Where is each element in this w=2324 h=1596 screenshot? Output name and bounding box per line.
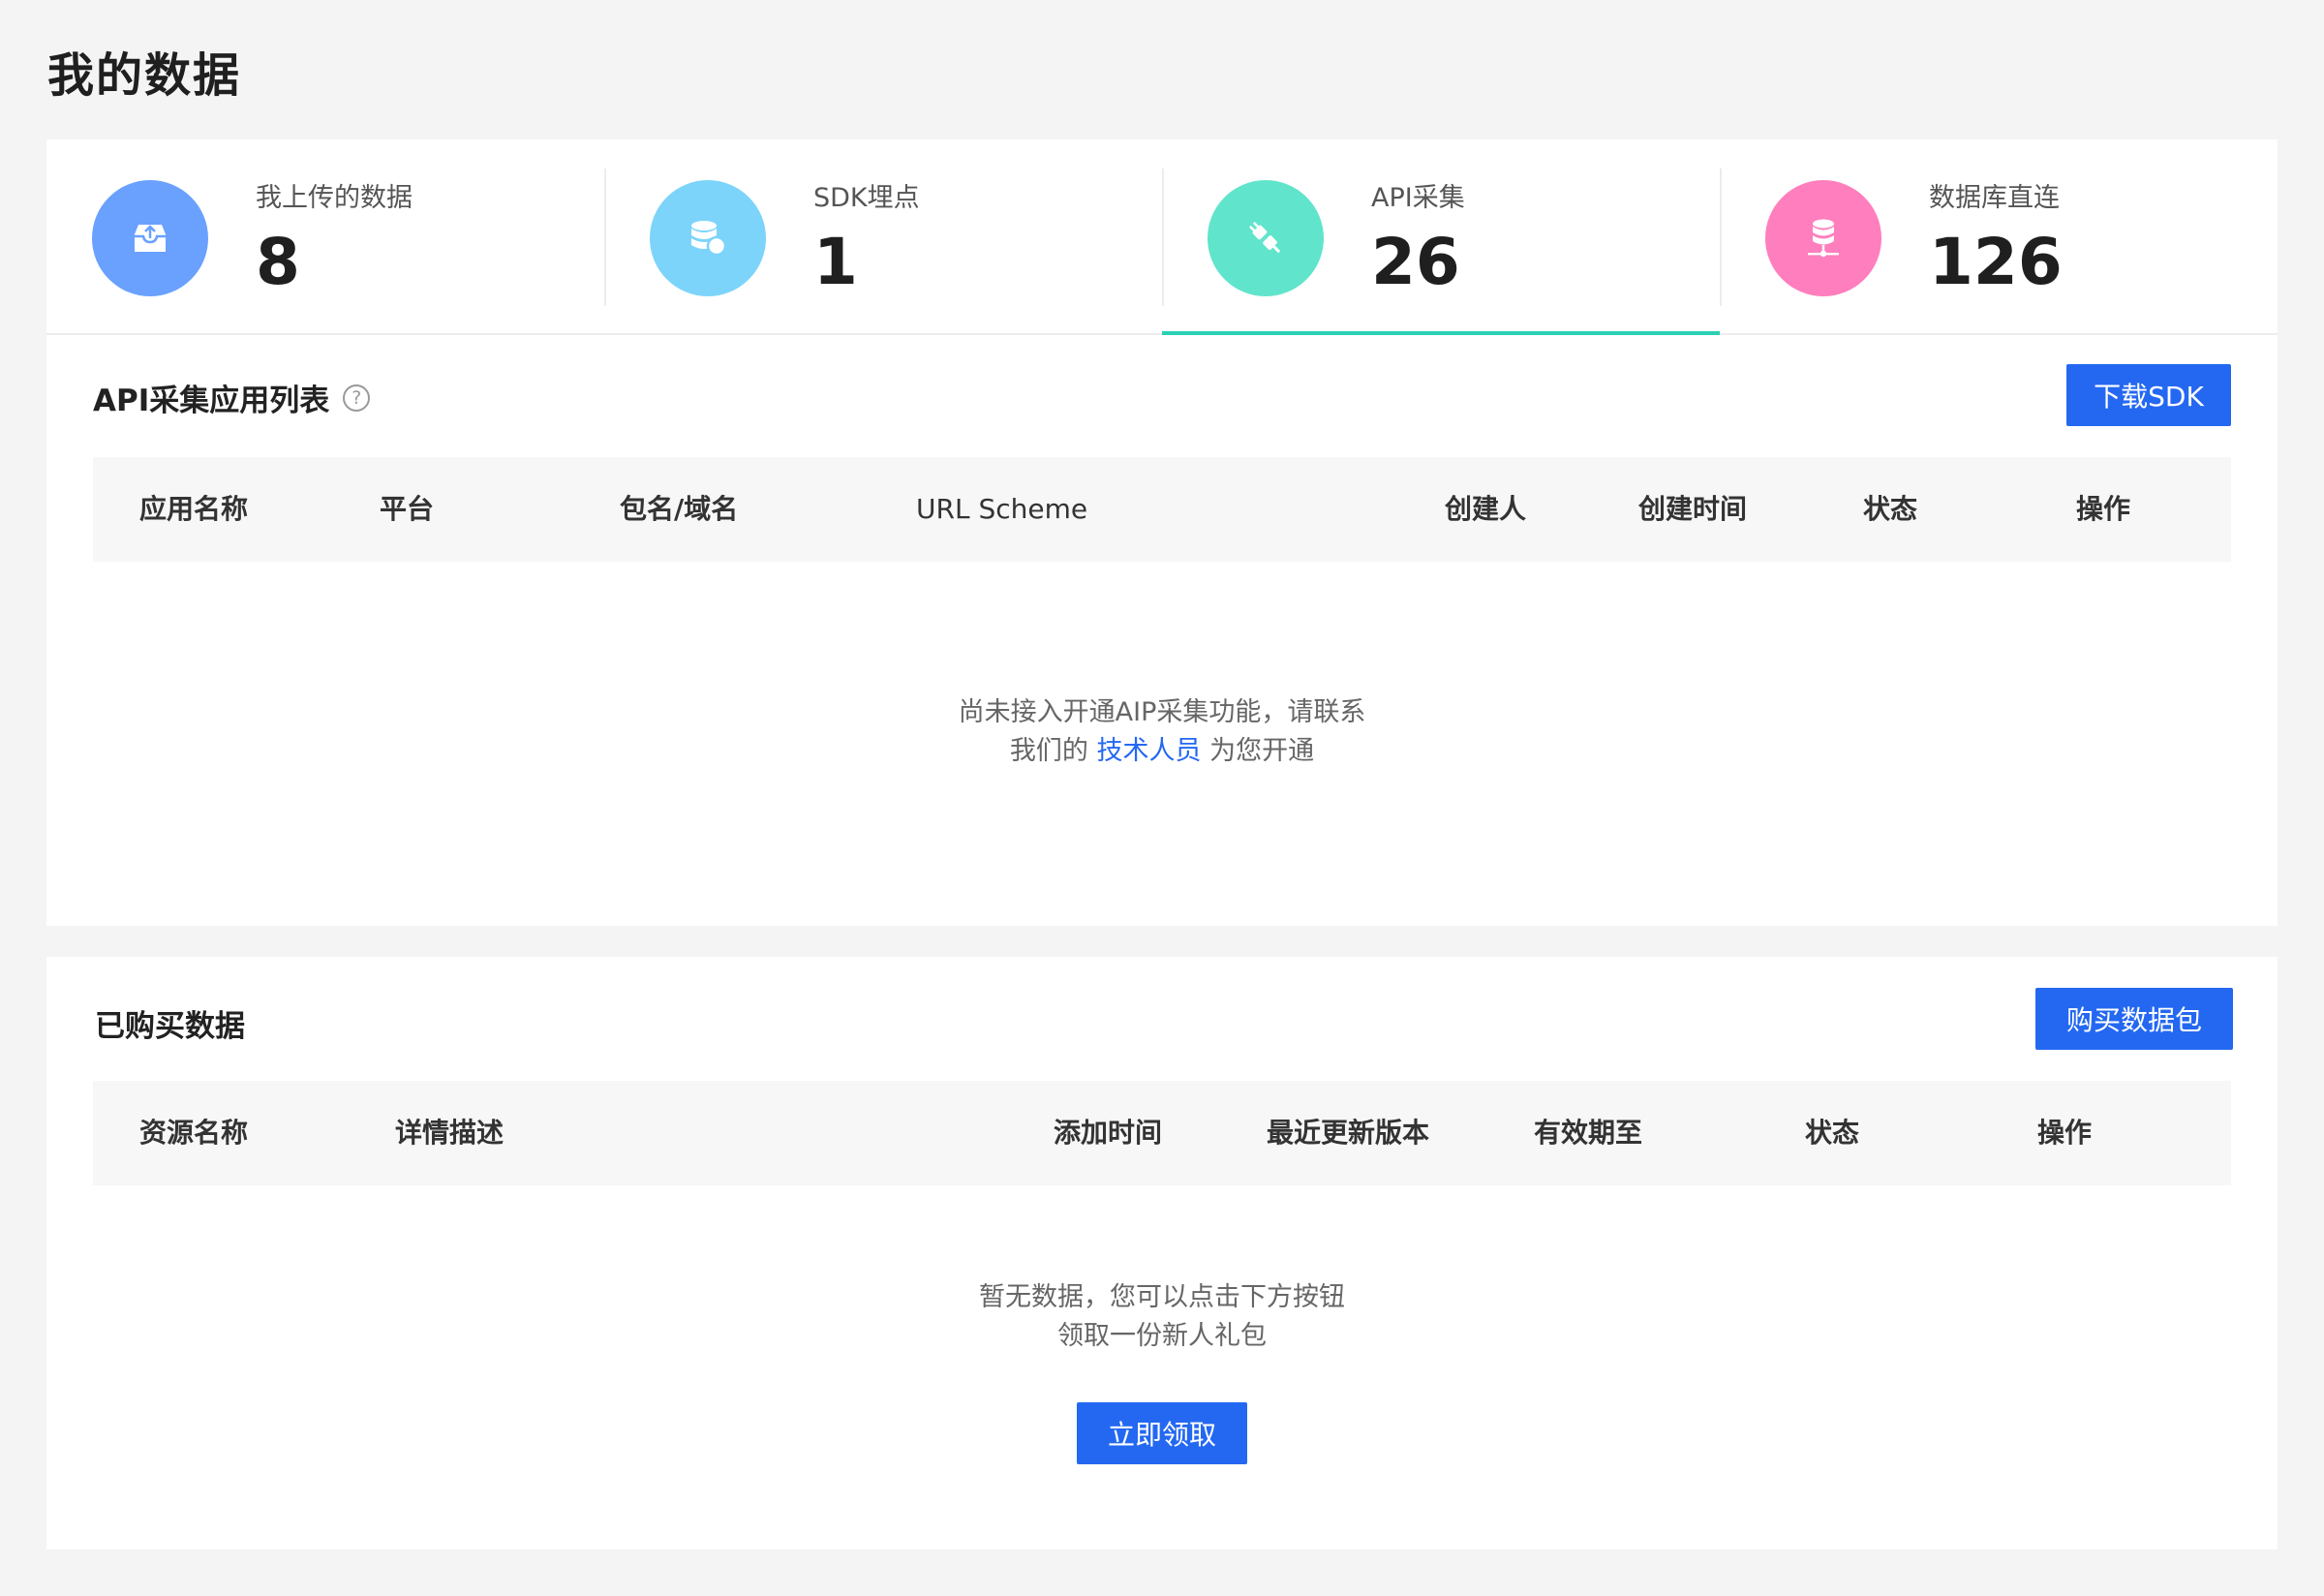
tech-staff-link[interactable]: 技术人员 xyxy=(1097,736,1202,766)
empty-state: 尚未接入开通AIP采集功能，请联系 我们的 技术人员 为您开通 xyxy=(46,693,2278,771)
column-header: 创建时间 xyxy=(1638,493,1748,525)
column-header: 添加时间 xyxy=(1054,1117,1163,1149)
column-header: 状态 xyxy=(1863,493,1918,525)
empty-suffix: 为您开通 xyxy=(1209,736,1315,766)
column-header: 平台 xyxy=(380,493,435,525)
api-app-list-card: API采集应用列表 ? 下载SDK 应用名称 平台 包名/域名 URL Sche… xyxy=(46,335,2278,926)
stat-value: 26 xyxy=(1371,225,1460,299)
column-header: 包名/域名 xyxy=(620,493,739,525)
claim-now-button[interactable]: 立即领取 xyxy=(1077,1402,1247,1464)
inbox-upload-icon xyxy=(92,180,208,296)
column-header: URL Scheme xyxy=(916,493,1088,525)
empty-message: 暂无数据，您可以点击下方按钮 xyxy=(979,1282,1345,1312)
database-network-icon xyxy=(1765,180,1881,296)
column-header: 详情描述 xyxy=(395,1117,505,1149)
stat-uploaded[interactable]: 我上传的数据 8 xyxy=(46,139,604,333)
empty-message-line2: 我们的 技术人员 为您开通 xyxy=(46,732,2278,771)
purchased-data-card: 已购买数据 购买数据包 资源名称 详情描述 添加时间 最近更新版本 有效期至 状… xyxy=(46,957,2278,1550)
column-header: 应用名称 xyxy=(139,493,249,525)
column-header: 操作 xyxy=(2037,1117,2093,1149)
column-header: 操作 xyxy=(2076,493,2131,525)
stat-api[interactable]: API采集 26 xyxy=(1162,139,1720,335)
stat-value: 126 xyxy=(1929,225,2063,299)
api-list-title: API采集应用列表 xyxy=(93,384,330,418)
column-header: 状态 xyxy=(1805,1117,1860,1149)
column-header: 创建人 xyxy=(1445,493,1527,525)
stat-value: 8 xyxy=(256,225,300,299)
page: 我的数据 我上传的数据 8 SDK埋点 1 API采集 26 数据库直连 126… xyxy=(0,0,2324,1596)
empty-state: 暂无数据，您可以点击下方按钮 领取一份新人礼包 xyxy=(46,1278,2278,1356)
table-header: 资源名称 详情描述 添加时间 最近更新版本 有效期至 状态 操作 xyxy=(93,1081,2231,1185)
empty-prefix: 我们的 xyxy=(1009,736,1088,766)
stat-label: SDK埋点 xyxy=(813,183,920,213)
plug-icon xyxy=(1208,180,1324,296)
stats-card: 我上传的数据 8 SDK埋点 1 API采集 26 数据库直连 126 xyxy=(46,139,2278,335)
column-header: 最近更新版本 xyxy=(1267,1117,1430,1149)
section-title: API采集应用列表 ? xyxy=(93,376,371,419)
page-title: 我的数据 xyxy=(47,48,242,103)
stat-label: 我上传的数据 xyxy=(256,183,413,213)
buy-data-package-button[interactable]: 购买数据包 xyxy=(2035,988,2233,1050)
column-header: 资源名称 xyxy=(139,1117,249,1149)
help-icon[interactable]: ? xyxy=(343,384,371,412)
stat-db-direct[interactable]: 数据库直连 126 xyxy=(1720,139,2278,333)
column-header: 有效期至 xyxy=(1534,1117,1643,1149)
table-header: 应用名称 平台 包名/域名 URL Scheme 创建人 创建时间 状态 操作 xyxy=(93,457,2231,562)
stat-label: 数据库直连 xyxy=(1929,183,2060,213)
stat-label: API采集 xyxy=(1371,183,1465,213)
purchased-title: 已购买数据 xyxy=(95,1009,245,1044)
download-sdk-button[interactable]: 下载SDK xyxy=(2066,364,2231,426)
empty-message-line2: 领取一份新人礼包 xyxy=(1057,1321,1267,1351)
stat-value: 1 xyxy=(813,225,858,299)
database-icon xyxy=(650,180,766,296)
empty-message: 尚未接入开通AIP采集功能，请联系 xyxy=(958,697,1366,727)
stat-sdk[interactable]: SDK埋点 1 xyxy=(604,139,1162,333)
